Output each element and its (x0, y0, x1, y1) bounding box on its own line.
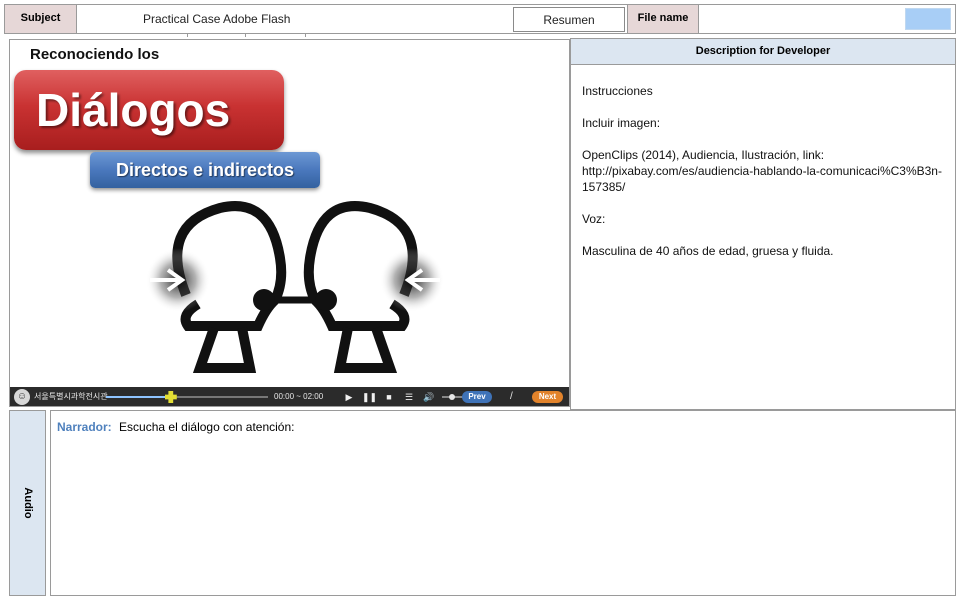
media-player-bar: ☺ 서울특별시과학전시관 00:00 ~ 02:00 ▶ ❚❚ ■ ☰ 🔊 Pr… (10, 387, 569, 406)
header-tick (305, 33, 306, 37)
stop-icon[interactable]: ■ (382, 387, 396, 406)
developer-description-panel: Description for Developer Instrucciones … (570, 38, 956, 410)
two-heads-talking-icon (146, 201, 444, 373)
narrator-label: Narrador: (57, 420, 112, 434)
audio-section-label: Audio (9, 410, 46, 596)
audio-script: Narrador: Escucha el diálogo con atenció… (50, 410, 956, 596)
menu-icon[interactable]: ☰ (402, 387, 416, 406)
pause-icon[interactable]: ❚❚ (362, 387, 377, 406)
header-tick (245, 33, 246, 37)
player-progress-handle[interactable] (164, 391, 177, 403)
description-paragraph: Instrucciones (582, 84, 653, 98)
description-paragraph: OpenClips (2014), Audiencia, Ilustración… (582, 148, 942, 194)
player-logo-icon: ☺ (14, 389, 30, 405)
header-bar: Subject Practical Case Adobe Flash Resum… (4, 4, 956, 37)
description-paragraph: Voz: (582, 212, 606, 226)
stage-title-banner: Diálogos (14, 70, 284, 150)
stage-subtitle-banner: Directos e indirectos (90, 152, 320, 188)
header-tick (187, 33, 188, 37)
volume-slider[interactable] (442, 394, 464, 400)
description-heading: Description for Developer (571, 39, 955, 65)
player-progress-fill (106, 396, 171, 398)
filename-label: File name (627, 5, 699, 33)
filename-value[interactable] (905, 8, 951, 30)
player-time: 00:00 ~ 02:00 (274, 392, 324, 401)
volume-icon[interactable]: 🔊 (422, 387, 436, 406)
player-progress-track[interactable] (106, 391, 268, 403)
description-body: Instrucciones Incluir imagen: OpenClips … (571, 65, 955, 259)
next-button[interactable]: Next (532, 391, 563, 403)
stage-preview: Reconociendo los Diálogos Directos e ind… (9, 39, 570, 407)
stage-kicker: Reconociendo los (30, 46, 160, 63)
nav-separator: / (510, 391, 513, 402)
volume-handle[interactable] (449, 394, 455, 400)
prev-button[interactable]: Prev (462, 391, 492, 403)
narrator-text: Escucha el diálogo con atención: (119, 420, 295, 434)
player-organization: 서울특별시과학전시관 (34, 392, 108, 401)
subject-label: Subject (5, 5, 77, 33)
description-paragraph: Masculina de 40 años de edad, gruesa y f… (582, 244, 834, 258)
resumen-button[interactable]: Resumen (513, 7, 625, 32)
audio-label: Audio (21, 487, 34, 519)
subject-value: Practical Case Adobe Flash (143, 12, 291, 26)
description-paragraph: Incluir imagen: (582, 116, 661, 130)
play-icon[interactable]: ▶ (342, 387, 356, 406)
